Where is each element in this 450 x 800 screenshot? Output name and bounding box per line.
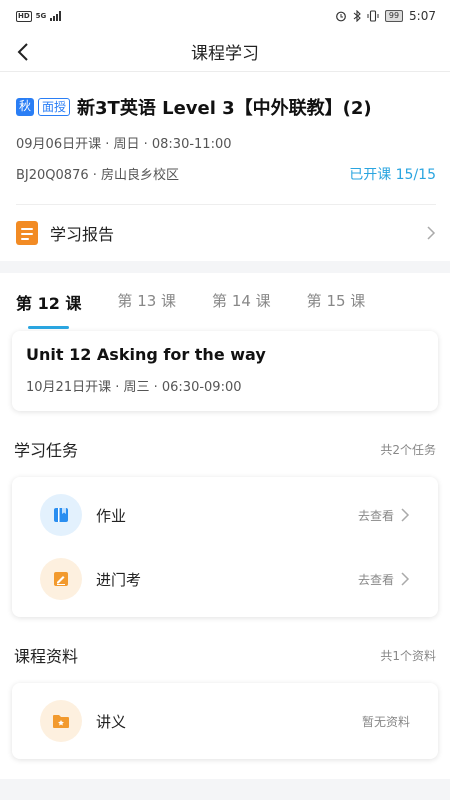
material-handout[interactable]: 讲义 暂无资料 [12,689,438,753]
hd-badge: HD [16,10,32,22]
course-progress: 已开课 15/15 [349,167,436,183]
lesson-tabs: 第 12 课 第 13 课 第 14 课 第 15 课 [0,273,450,331]
study-report-label: 学习报告 [50,225,115,244]
task-label: 作业 [96,506,127,525]
tab-lesson-15[interactable]: 第 15 课 [307,290,366,330]
view-link: 去查看 [357,572,394,587]
lesson-card: Unit 12 Asking for the way 10月21日开课 · 周三… [12,331,438,411]
back-arrow-icon[interactable] [14,41,34,63]
materials-header: 课程资料 共1个资料 [12,643,438,667]
status-bar: HD 5G 99 5:07 [0,0,450,32]
no-material-text: 暂无资料 [361,714,410,729]
study-report-row[interactable]: 学习报告 [16,204,436,261]
mode-tag: 面授 [38,98,71,116]
lesson-title: Unit 12 Asking for the way [26,345,266,364]
chevron-right-icon [401,572,410,586]
view-link: 去查看 [357,508,394,523]
vibrate-icon [367,10,379,22]
material-label: 讲义 [96,712,127,731]
course-title: 新3T英语 Level 3【中外联教】(2) [77,98,372,119]
chevron-right-icon [427,226,436,240]
tasks-header: 学习任务 共2个任务 [12,437,438,461]
section-divider [0,261,450,273]
course-location: BJ20Q0876 · 房山良乡校区 [16,168,180,183]
lesson-content: Unit 12 Asking for the way 10月21日开课 · 周三… [0,331,450,779]
book-icon [40,494,82,536]
signal-type: 5G [35,12,47,20]
tasks-card: 作业 去查看 进门考 去查看 [12,477,438,617]
tab-lesson-12[interactable]: 第 12 课 [16,290,81,330]
lesson-schedule: 10月21日开课 · 周三 · 06:30-09:00 [26,380,242,395]
battery-icon: 99 [384,10,404,22]
alarm-icon [335,11,346,22]
materials-card: 讲义 暂无资料 [12,683,438,759]
folder-icon [40,700,82,742]
task-entry-exam[interactable]: 进门考 去查看 [12,547,438,611]
chevron-right-icon [401,508,410,522]
tab-lesson-14[interactable]: 第 14 课 [212,290,271,330]
materials-title: 课程资料 [14,647,79,666]
page-title: 课程学习 [191,44,259,64]
nav-bar: 课程学习 [0,32,450,72]
bluetooth-icon [353,10,361,22]
pencil-icon [40,558,82,600]
tasks-title: 学习任务 [14,441,79,460]
course-schedule: 09月06日开课 · 周日 · 08:30-11:00 [16,137,232,152]
task-label: 进门考 [96,570,142,589]
signal-icon [50,11,62,21]
tasks-count: 共2个任务 [380,442,436,457]
materials-count: 共1个资料 [380,648,436,663]
season-tag: 秋 [16,98,35,116]
clock: 5:07 [409,9,436,23]
tab-lesson-13[interactable]: 第 13 课 [117,290,176,330]
task-homework[interactable]: 作业 去查看 [12,483,438,547]
course-info: 秋 面授 新3T英语 Level 3【中外联教】(2) 09月06日开课 · 周… [0,72,450,261]
report-icon [16,221,38,245]
